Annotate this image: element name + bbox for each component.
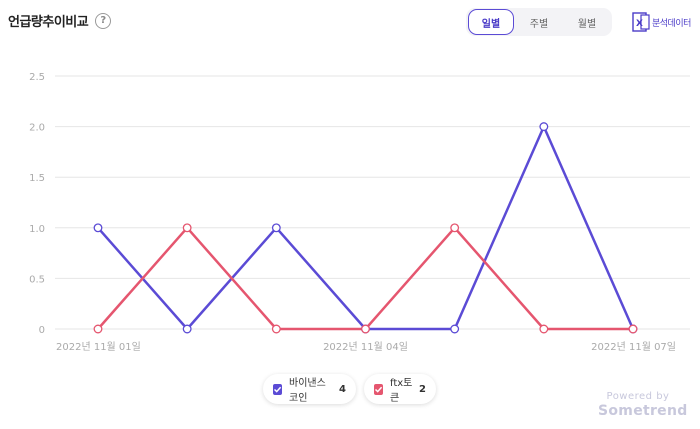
legend-count: 2 bbox=[419, 383, 426, 395]
y-tick-label: 0.5 bbox=[29, 274, 45, 285]
legend-checkbox-icon bbox=[273, 383, 282, 395]
y-tick-label: 1.0 bbox=[29, 224, 45, 235]
powered-by-watermark: Powered by Sometrend bbox=[598, 391, 688, 419]
data-point-series-2 bbox=[539, 324, 549, 334]
data-point-series-1 bbox=[450, 324, 460, 334]
legend-checkbox-icon bbox=[374, 383, 383, 395]
brand-logo-text: Sometrend bbox=[598, 403, 688, 419]
legend-item-series-1[interactable]: 바이낸스코인 4 bbox=[263, 374, 356, 404]
data-point-series-1 bbox=[93, 223, 103, 233]
data-point-series-1 bbox=[182, 324, 192, 334]
x-tick-label: 2022년 11월 01일 bbox=[56, 341, 141, 353]
y-tick-label: 2.0 bbox=[29, 123, 45, 134]
legend-label: ftx토큰 bbox=[390, 378, 413, 404]
data-point-series-2 bbox=[450, 223, 460, 233]
data-point-series-2 bbox=[182, 223, 192, 233]
legend-count: 4 bbox=[339, 383, 346, 395]
data-point-series-2 bbox=[271, 324, 281, 334]
y-tick-label: 1.5 bbox=[29, 173, 45, 184]
x-tick-label: 2022년 11월 04일 bbox=[323, 341, 408, 353]
y-tick-label: 0 bbox=[39, 325, 45, 336]
data-point-series-1 bbox=[271, 223, 281, 233]
mention-trend-chart: 0 0.5 1.0 1.5 2.0 2.5 2022년 11월 01일 2022년 11월 … bbox=[29, 72, 690, 353]
x-tick-label: 2022년 11월 07일 bbox=[591, 341, 676, 353]
legend-label: 바이낸스코인 bbox=[289, 378, 326, 404]
legend-item-series-2[interactable]: ftx토큰 2 bbox=[364, 374, 436, 404]
data-point-series-1 bbox=[539, 122, 549, 132]
powered-by-text: Powered by bbox=[606, 391, 670, 402]
data-point-series-2 bbox=[361, 324, 370, 334]
y-tick-label: 2.5 bbox=[29, 72, 45, 83]
data-point-series-2 bbox=[93, 324, 103, 334]
data-point-series-2 bbox=[628, 324, 638, 334]
